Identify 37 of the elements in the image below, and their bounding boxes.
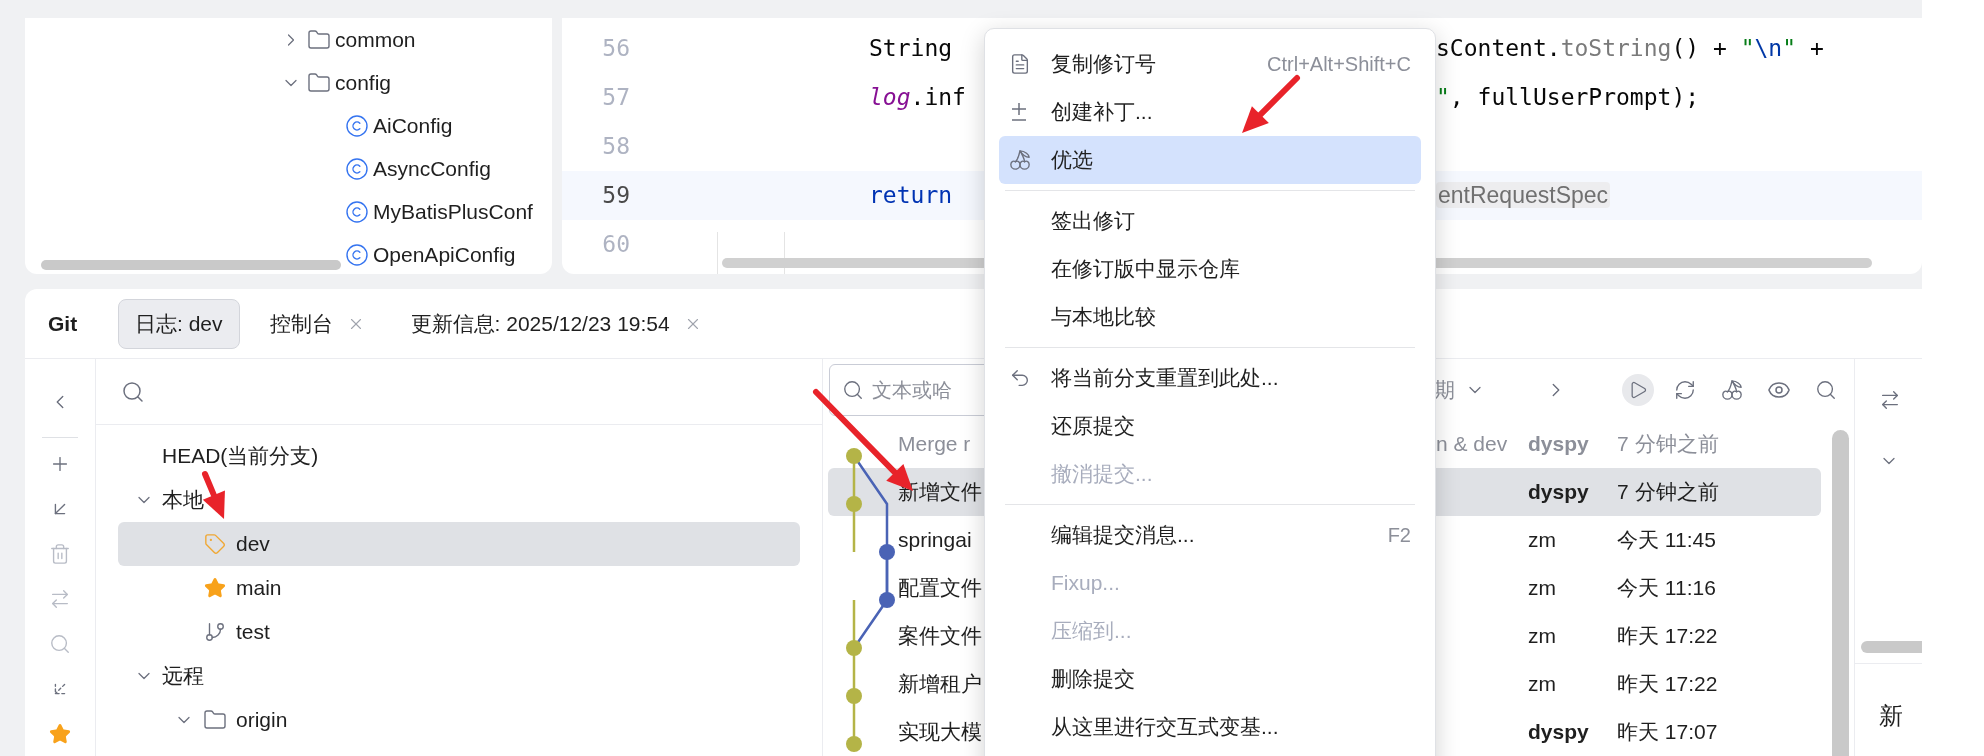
commit-time: 7 分钟之前 <box>1617 431 1719 458</box>
branch-label: test <box>235 619 270 646</box>
commit-time: 昨天 17:07 <box>1617 719 1718 746</box>
detail-text: 新 <box>1879 701 1904 732</box>
line-number: 56 <box>601 34 630 64</box>
commit-time: 今天 11:16 <box>1617 575 1716 602</box>
commit-author: zm <box>1528 527 1557 554</box>
line-number: 59 <box>601 181 630 211</box>
commit-time: 昨天 17:22 <box>1617 623 1718 650</box>
branch-label: main <box>235 575 282 602</box>
code-line: ", fullUserPrompt); <box>1436 83 1700 113</box>
branch-label: origin <box>235 707 288 734</box>
line-number: 60 <box>601 230 630 260</box>
shortcut-label: Ctrl+Alt+Shift+C <box>1267 52 1411 77</box>
shortcut-label: F2 <box>1387 523 1411 548</box>
commit-author: zm <box>1528 671 1557 698</box>
code-line: String <box>869 34 953 64</box>
commit-time: 昨天 17:22 <box>1617 671 1718 698</box>
commit-author: zm <box>1528 575 1557 602</box>
code-line: sContent.toString() + "\n" + <box>1436 34 1824 64</box>
branch-label: 本地 <box>161 487 204 514</box>
code-line: return <box>869 181 953 211</box>
commit-time: 今天 11:45 <box>1617 527 1716 554</box>
commit-author: dyspy <box>1528 719 1590 746</box>
panel-title: Git <box>48 310 79 337</box>
commit-time: 7 分钟之前 <box>1617 479 1719 506</box>
commit-refs: n & dev <box>1436 432 1508 456</box>
code-line: log.inf <box>869 83 966 113</box>
line-number: 58 <box>601 132 630 162</box>
line-number: 57 <box>601 83 630 113</box>
commit-author: dyspy <box>1528 479 1590 506</box>
branch-label: dev <box>235 531 270 558</box>
commit-author: dyspy <box>1528 431 1590 458</box>
commit-author: zm <box>1528 623 1557 650</box>
branch-label: HEAD(当前分支) <box>161 443 319 470</box>
branch-label: 远程 <box>161 663 204 690</box>
commit-message: Merge r <box>898 431 972 458</box>
